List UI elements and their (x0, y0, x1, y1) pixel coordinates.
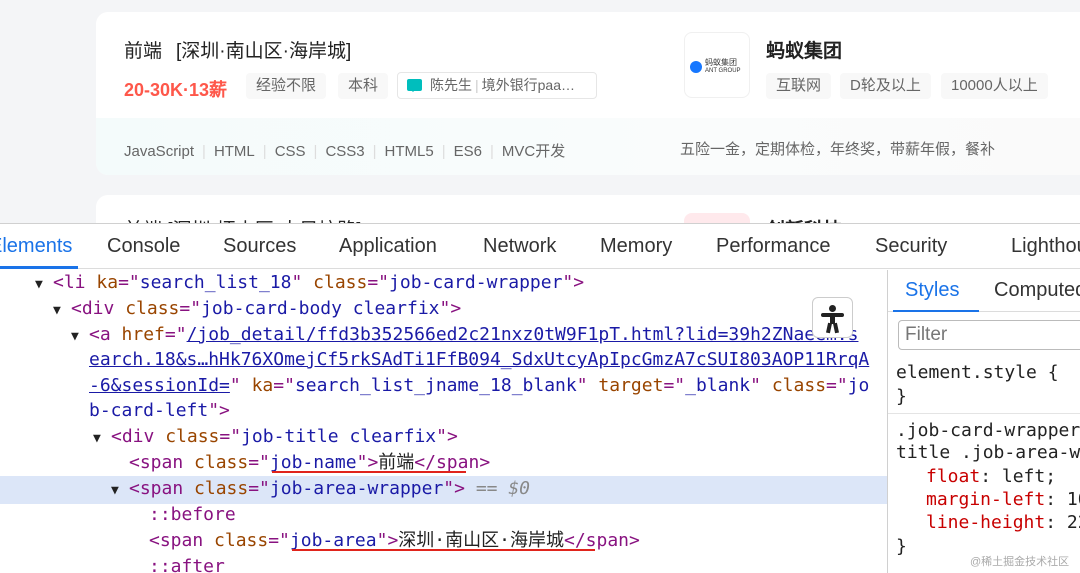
dom-node-div-title[interactable]: ▼ <div class="job-title clearfix"> (93, 424, 458, 452)
ant-logo-icon (690, 61, 702, 73)
tab-network[interactable]: Network (483, 235, 556, 258)
screenshot-root: { "job_card": { "title": "前端", "area": "… (0, 0, 1080, 573)
separator: | (475, 77, 479, 93)
css-declaration[interactable]: margin-left: 10px; (926, 489, 1080, 510)
styles-sidebar: Styles Computed Filter element.style { }… (887, 270, 1080, 573)
collapse-triangle-icon[interactable]: ▼ (93, 426, 111, 452)
job-area: [深圳·南山区·海岸城] (176, 41, 352, 62)
dom-node-span-area-wrapper[interactable]: ▼ <span class="job-area-wrapper"> == $0 (0, 476, 887, 504)
chat-icon (407, 79, 422, 92)
company-tag-stage: D轮及以上 (840, 73, 931, 99)
href-link[interactable]: -6&sessionId= (89, 375, 230, 396)
recruiter-name: 陈先生 (430, 77, 472, 93)
company-tag-industry: 互联网 (766, 73, 832, 99)
collapse-triangle-icon[interactable]: ▼ (53, 298, 71, 324)
rule-selector[interactable]: title .job-area-wrapper { (896, 442, 1080, 463)
tab-memory[interactable]: Memory (600, 235, 672, 258)
tab-elements[interactable]: Elements (0, 235, 72, 258)
annotation-underline (292, 549, 595, 551)
job-name[interactable]: 前端 (124, 41, 162, 62)
skill-tag: CSS3 (306, 143, 365, 160)
company-name[interactable]: 蚂蚁集团 (766, 36, 842, 63)
skill-tag: ES6 (434, 143, 482, 160)
rule-close-brace: } (896, 536, 907, 557)
element-style-rule[interactable]: element.style { (896, 362, 1059, 383)
rule-selector[interactable]: .job-card-wrapper .job- (896, 420, 1080, 441)
tag-experience: 经验不限 (246, 73, 327, 99)
devtools-panel: Elements Console Sources Application Net… (0, 223, 1080, 573)
href-link[interactable]: earch.18&s…hHk76XOmejCf5rkSAdTi1FfB094_S… (89, 349, 869, 370)
dom-node-before[interactable]: ::before (149, 502, 236, 528)
tab-computed[interactable]: Computed (994, 279, 1080, 302)
logo-text-cn: 蚂蚁集团 (705, 58, 737, 67)
skill-tag: CSS (255, 143, 306, 160)
dom-node-a-cont: -6&sessionId=" ka="search_list_jname_18_… (89, 375, 870, 396)
tab-styles[interactable]: Styles (905, 279, 959, 302)
styles-tabbar: Styles Computed (888, 270, 1080, 312)
tab-lighthouse[interactable]: Lighthouse (1011, 235, 1080, 258)
watermark: @稀土掘金技术社区 (970, 556, 1070, 568)
salary-label: 20-30K·13薪 (124, 80, 228, 100)
accessibility-icon[interactable] (812, 297, 853, 338)
devtools-tabbar: Elements Console Sources Application Net… (0, 224, 1080, 269)
collapse-triangle-icon[interactable]: ▼ (111, 478, 129, 504)
dom-node-after[interactable]: ::after (149, 554, 225, 573)
annotation-underline (272, 471, 466, 473)
logo-text-en: ANT GROUP (705, 68, 741, 74)
collapse-triangle-icon[interactable]: ▼ (71, 324, 89, 350)
collapse-triangle-icon[interactable]: ▼ (35, 272, 53, 298)
company-logo[interactable]: 蚂蚁集团 ANT GROUP (684, 32, 750, 98)
href-link[interactable]: /job_detail/ffd3b352566ed2c21nxz0tW9F1pT… (187, 324, 859, 345)
skill-tag: HTML5 (365, 143, 434, 160)
dom-tree[interactable]: ▼ <li ka="search_list_18" class="job-card… (0, 270, 887, 573)
dom-node-div-body[interactable]: ▼ <div class="job-card-body clearfix"> (53, 296, 461, 324)
job-title[interactable]: 前端 [深圳·南山区·海岸城] (124, 36, 351, 63)
skill-list: JavaScriptHTMLCSSCSS3HTML5ES6MVC开发 (124, 140, 565, 161)
tab-sources[interactable]: Sources (223, 235, 296, 258)
job-card-footer: JavaScriptHTMLCSSCSS3HTML5ES6MVC开发 五险一金，… (96, 118, 1080, 175)
dom-node-a-cont: b-card-left"> (89, 400, 230, 421)
tab-application[interactable]: Application (339, 235, 437, 258)
css-declaration[interactable]: float: left; (926, 466, 1056, 487)
rule-close-brace: } (896, 386, 907, 407)
tag-education: 本科 (338, 73, 389, 99)
dom-node-a[interactable]: ▼ <a href="/job_detail/ffd3b352566ed2c21n… (71, 322, 858, 350)
tab-security[interactable]: Security (875, 235, 947, 258)
recruiter-title: 境外银行paa… (481, 77, 575, 93)
tab-console[interactable]: Console (107, 235, 180, 258)
company-tag-size: 10000人以上 (941, 73, 1048, 99)
active-tab-indicator (0, 266, 78, 269)
skill-tag: MVC开发 (482, 143, 565, 160)
skill-tag: HTML (194, 143, 255, 160)
divider (888, 413, 1080, 414)
job-card[interactable]: 前端 [深圳·南山区·海岸城] 20-30K·13薪 经验不限 本科 陈先生 | 境外… (96, 12, 1080, 175)
active-styles-tab-indicator (893, 310, 979, 312)
skill-tag: JavaScript (124, 143, 195, 160)
dom-node-a-cont: earch.18&s…hHk76XOmejCf5rkSAdTi1FfB094_S… (89, 347, 869, 373)
benefits-text: 五险一金，定期体检，年终奖，带薪年假，餐补 (680, 141, 996, 158)
dom-node-li[interactable]: ▼ <li ka="search_list_18" class="job-card… (35, 270, 584, 298)
css-declaration[interactable]: line-height: 22px; (926, 512, 1080, 533)
recruiter-info[interactable]: 陈先生 | 境外银行paa… (397, 72, 597, 99)
tab-performance[interactable]: Performance (716, 235, 831, 258)
styles-filter-input[interactable]: Filter (898, 320, 1080, 350)
